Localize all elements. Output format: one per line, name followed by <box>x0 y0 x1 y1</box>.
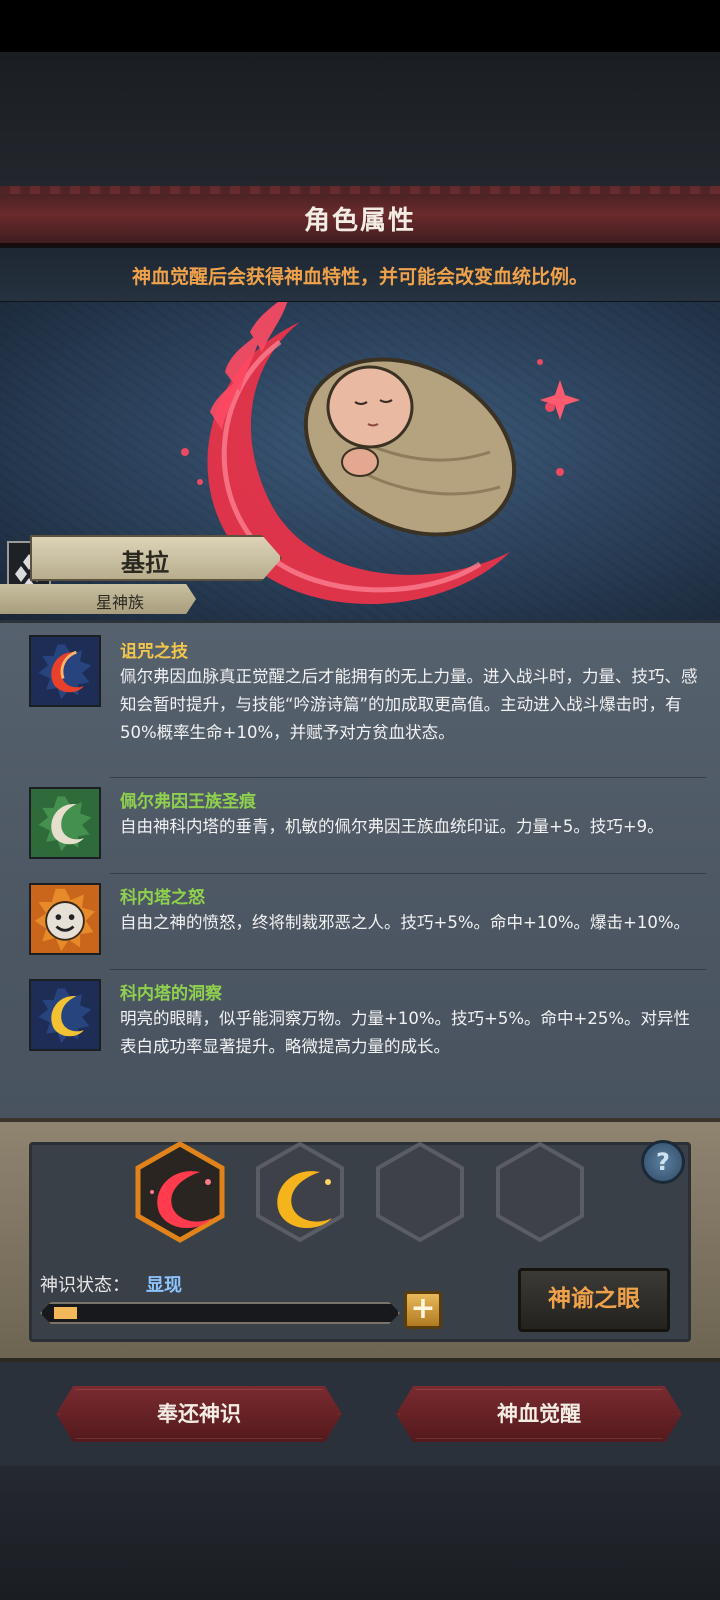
angry-face-icon <box>29 883 101 955</box>
divider <box>110 969 706 970</box>
progress-fill <box>54 1307 77 1319</box>
trait-list[interactable]: 诅咒之技 佩尔弗因血脉真正觉醒之后才能拥有的无上力量。进入战斗时，力量、技巧、感… <box>0 620 720 1118</box>
awakening-hint: 神血觉醒后会获得神血特性，并可能会改变血统比例。 <box>0 248 720 302</box>
divine-status-value: 显现 <box>146 1275 182 1296</box>
blood-awaken-button[interactable]: 神血觉醒 <box>396 1386 682 1442</box>
baby-face <box>326 365 414 449</box>
trait-title: 诅咒之技 <box>120 642 188 662</box>
return-divine-button[interactable]: 奉还神识 <box>56 1386 342 1442</box>
character-name-banner: 基拉 星神族 <box>0 535 290 615</box>
character-name: 基拉 <box>121 549 169 577</box>
screen: 角色属性 神血觉醒后会获得神血特性，并可能会改变血统比例。 基拉 星神族 诅咒之… <box>0 0 720 1600</box>
swaddle-cloth <box>303 357 517 537</box>
trait-description: 佩尔弗因血脉真正觉醒之后才能拥有的无上力量。进入战斗时，力量、技巧、感知会暂时提… <box>120 667 698 742</box>
oracle-eye-button[interactable]: 神谕之眼 <box>518 1268 670 1332</box>
trait-title: 佩尔弗因王族圣痕 <box>120 792 256 812</box>
page-title: 角色属性 <box>303 205 416 235</box>
baby-hand <box>341 447 379 477</box>
bottom-backdrop <box>0 1466 720 1600</box>
divine-slot-4[interactable] <box>496 1141 584 1243</box>
trait-description: 明亮的眼睛，似乎能洞察万物。力量+10%。技巧+5%。命中+25%。对异性表白成… <box>120 1009 690 1056</box>
trait-description: 自由之神的愤怒，终将制裁邪恶之人。技巧+5%。命中+10%。爆击+10%。 <box>120 913 690 932</box>
trait-title: 科内塔的洞察 <box>120 984 222 1004</box>
add-button[interactable]: + <box>404 1291 442 1329</box>
divider <box>110 873 706 874</box>
red-crescent-icon <box>29 635 101 707</box>
white-crescent-icon <box>29 787 101 859</box>
trait-description: 自由神科内塔的垂青，机敏的佩尔弗因王族血统印证。力量+5。技巧+9。 <box>120 817 664 836</box>
title-bar: 角色属性 <box>0 186 720 246</box>
divine-slot-2[interactable] <box>256 1141 344 1243</box>
status-bar <box>0 0 720 52</box>
divine-slot-1[interactable] <box>135 1141 225 1243</box>
help-button[interactable]: ? <box>641 1140 685 1184</box>
trait-title: 科内塔之怒 <box>120 888 205 908</box>
top-backdrop <box>0 52 720 186</box>
divine-status-label: 神识状态： <box>40 1275 130 1296</box>
divine-progress-bar <box>40 1302 400 1324</box>
gold-crescent-icon <box>29 979 101 1051</box>
character-race: 星神族 <box>95 593 144 612</box>
divider <box>110 777 706 778</box>
title-ornament <box>0 186 720 194</box>
divine-slot-3[interactable] <box>376 1141 464 1243</box>
sparkle-icon <box>540 380 580 420</box>
action-bar: 奉还神识 神血觉醒 <box>0 1362 720 1466</box>
